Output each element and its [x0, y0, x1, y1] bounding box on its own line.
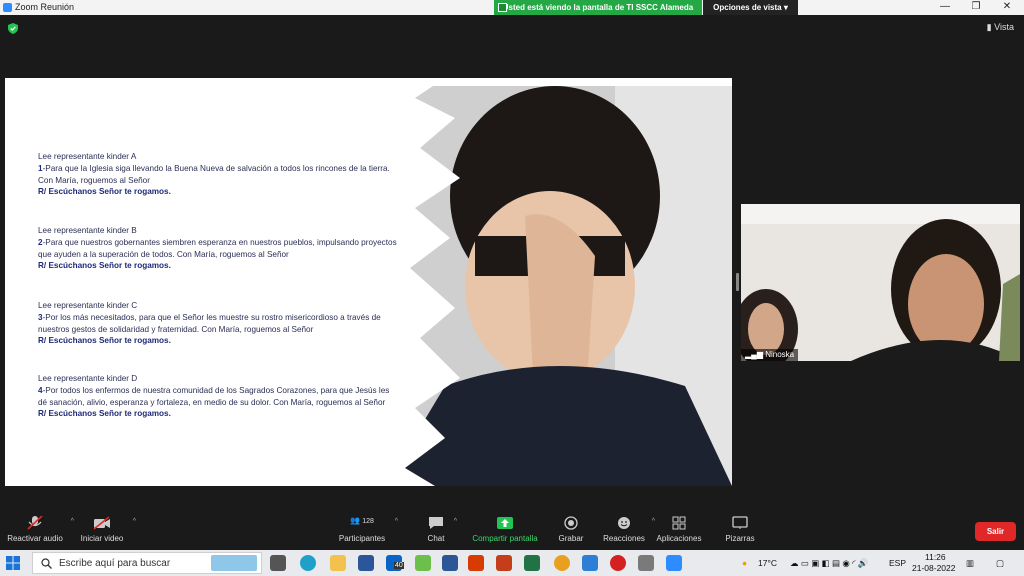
clock-time[interactable]: 11:26	[925, 552, 946, 562]
input-language[interactable]: ESP	[889, 558, 906, 568]
title-bar: Zoom Reunión Usted está viendo la pantal…	[0, 0, 1024, 15]
share-screen-icon	[497, 517, 513, 529]
mic-muted-icon	[27, 516, 43, 530]
windows-start-icon[interactable]	[6, 556, 20, 570]
file-explorer-icon[interactable]	[330, 555, 346, 571]
panel-resize-handle[interactable]	[736, 273, 739, 291]
chevron-down-icon: ▾	[783, 3, 788, 12]
temperature[interactable]: 17°C	[758, 558, 777, 568]
apps-grid-icon	[672, 516, 686, 530]
shield-small-icon	[498, 3, 507, 12]
record-button[interactable]: Grabar	[557, 516, 585, 543]
reader-label: Lee representante kinder D	[38, 374, 138, 383]
reader-label: Lee representante kinder B	[38, 226, 137, 235]
record-icon	[564, 516, 578, 530]
word-icon[interactable]	[442, 555, 458, 571]
shared-screen: Lee representante kinder A 1-Para que la…	[5, 78, 732, 486]
meeting-toolbar: Reactivar audio ^ Iniciar video ^ 👥 128 …	[0, 510, 1024, 550]
mail-badge: 40	[394, 562, 404, 569]
office-icon[interactable]	[468, 555, 484, 571]
response-text: R/ Escúchanos Señor te rogamos.	[38, 261, 171, 271]
leave-button[interactable]: Salir	[975, 522, 1016, 541]
window-title: Zoom Reunión	[15, 2, 75, 12]
opera-icon[interactable]	[610, 555, 626, 571]
store-icon[interactable]	[358, 555, 374, 571]
task-view-icon[interactable]	[270, 555, 286, 571]
zoom-taskbar-icon[interactable]	[666, 555, 682, 571]
response-text: R/ Escúchanos Señor te rogamos.	[38, 336, 171, 346]
prayer-text: 1-Para que la Iglesia siga llevando la B…	[38, 163, 390, 185]
encryption-shield-icon[interactable]	[8, 23, 18, 34]
maximize-button[interactable]: ❐	[961, 0, 991, 15]
minimize-button[interactable]: —	[930, 0, 960, 15]
mail-icon[interactable]: 40	[386, 555, 404, 571]
chevron-up-icon[interactable]: ^	[454, 518, 457, 525]
search-highlight-icon	[211, 555, 257, 571]
reactions-button[interactable]: Reacciones ^	[603, 516, 655, 543]
people-icon: 👥	[350, 516, 361, 525]
widgets-icon[interactable]: ▥	[966, 558, 974, 569]
app-icon[interactable]	[582, 555, 598, 571]
participant-video-tile[interactable]: ▂▄▆ Ninoska	[741, 204, 1020, 361]
prayer-block-b: Lee representante kinder B 2-Para que nu…	[38, 225, 398, 272]
apps-button[interactable]: Aplicaciones	[655, 516, 703, 543]
excel-icon[interactable]	[524, 555, 540, 571]
clock-date[interactable]: 21-08-2022	[912, 563, 955, 573]
response-text: R/ Escúchanos Señor te rogamos.	[38, 187, 171, 197]
chat-button[interactable]: Chat ^	[425, 516, 457, 543]
chrome-icon[interactable]	[554, 555, 570, 571]
whiteboard-icon	[732, 516, 748, 529]
chevron-up-icon[interactable]: ^	[395, 518, 398, 525]
reader-label: Lee representante kinder A	[38, 152, 137, 161]
reader-label: Lee representante kinder C	[38, 301, 138, 310]
notifications-icon[interactable]: ▢	[996, 558, 1004, 569]
prayer-text: 4-Por todos los enfermos de nuestra comu…	[38, 385, 390, 407]
prayer-block-c: Lee representante kinder C 3-Por los más…	[38, 300, 398, 347]
response-text: R/ Escúchanos Señor te rogamos.	[38, 409, 171, 419]
search-icon	[41, 558, 52, 569]
unmute-button[interactable]: Reactivar audio ^	[6, 516, 74, 543]
windows-taskbar: Escribe aquí para buscar 40 ● 17°C ☁ ▭ ▣…	[0, 550, 1024, 576]
taskbar-search-input[interactable]: Escribe aquí para buscar	[32, 552, 262, 574]
share-screen-button[interactable]: Compartir pantalla	[470, 516, 540, 543]
close-window-button[interactable]: ✕	[992, 0, 1022, 15]
zoom-app-icon	[3, 3, 12, 12]
prayer-text: 3-Por los más necesitados, para que el S…	[38, 312, 381, 334]
tray-icons[interactable]: ☁ ▭ ▣ ◧ ▤ ◉ ◜ 🔊	[790, 558, 868, 569]
participants-count: 128	[362, 518, 374, 525]
prayer-text: 2-Para que nuestros gobernantes siembren…	[38, 237, 397, 259]
video-off-icon	[93, 516, 110, 530]
whiteboards-button[interactable]: Pizarras	[724, 516, 756, 543]
app-icon[interactable]	[415, 555, 431, 571]
participant-video	[741, 204, 1020, 361]
prayer-block-d: Lee representante kinder D 4-Por todos l…	[38, 373, 398, 420]
weather-sun-icon: ●	[742, 558, 748, 568]
start-video-button[interactable]: Iniciar video ^	[78, 516, 136, 543]
screen-share-banner: Usted está viendo la pantalla de TI SSCC…	[494, 0, 702, 15]
chevron-up-icon[interactable]: ^	[71, 518, 74, 525]
powerpoint-icon[interactable]	[496, 555, 512, 571]
brush-stroke-border	[375, 78, 460, 486]
participant-name-tag: ▂▄▆ Ninoska	[741, 349, 799, 361]
smiley-icon	[618, 517, 630, 529]
share-banner-text: Usted está viendo la pantalla de TI SSCC…	[502, 3, 694, 12]
chat-bubble-icon	[429, 517, 443, 529]
app-icon[interactable]	[638, 555, 654, 571]
signal-bars-icon: ▂▄▆	[745, 350, 763, 359]
chevron-up-icon[interactable]: ^	[133, 518, 136, 525]
grid-view-icon: ▮	[986, 22, 992, 32]
edge-browser-icon[interactable]	[300, 555, 316, 571]
view-options-button[interactable]: Opciones de vista ▾	[703, 0, 798, 15]
participants-button[interactable]: 👥 128 Participantes ^	[336, 516, 398, 543]
prayer-block-a: Lee representante kinder A 1-Para que la…	[38, 151, 398, 198]
view-button[interactable]: ▮ Vista	[987, 22, 1014, 33]
